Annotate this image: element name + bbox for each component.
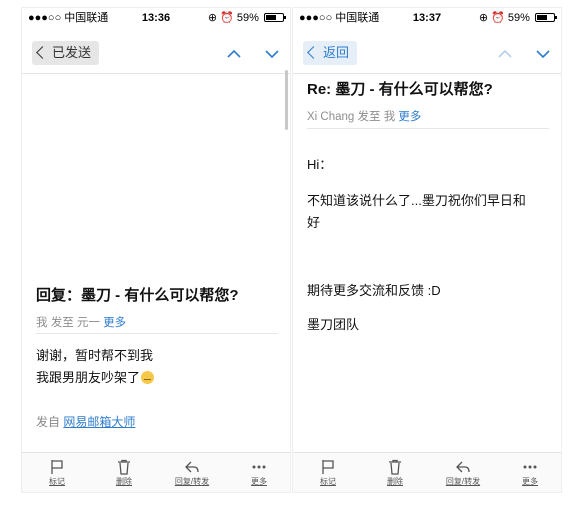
body-line: 谢谢，暂时帮不到我 xyxy=(36,348,154,363)
mail-subject: 回复：墨刀 - 有什么可以帮您? xyxy=(36,287,239,304)
delete-label: 删除 xyxy=(387,477,403,486)
flag-button[interactable]: 标记 xyxy=(37,459,77,487)
flag-label: 标记 xyxy=(49,477,65,486)
more-button[interactable]: 更多 xyxy=(239,459,279,487)
more-label: 更多 xyxy=(522,477,538,486)
alarm-icon: ⏰ xyxy=(220,12,234,24)
battery-icon xyxy=(264,13,286,22)
body-line: 好 xyxy=(307,215,321,230)
scrollbar[interactable] xyxy=(285,70,288,130)
bottom-toolbar: 标记 删除 回复/转发 更多 xyxy=(293,452,561,492)
flag-button[interactable]: 标记 xyxy=(308,459,348,487)
mail-subject: Re: 墨刀 - 有什么可以帮您? xyxy=(307,81,493,98)
sent-from-prefix: 发自 xyxy=(36,415,61,429)
lock-rotation-icon: ⊕ xyxy=(207,12,218,24)
meta-sent-to: 发至 xyxy=(50,317,74,329)
nav-bar: 已发送 xyxy=(22,30,290,74)
mail-meta: 我 发至 元一 更多 xyxy=(36,314,126,330)
delete-label: 删除 xyxy=(116,477,132,486)
more-label: 更多 xyxy=(251,477,267,486)
battery-status: ⊕ ⏰ 59% xyxy=(478,8,557,28)
body-line-text: 我跟男朋友吵架了 xyxy=(36,370,141,385)
status-bar: ●●●○○ 中国联通 13:37 ⊕ ⏰ 59% xyxy=(293,8,561,28)
previous-mail-icon[interactable] xyxy=(497,46,513,62)
meta-to: 我 xyxy=(383,111,396,123)
meta-to: 元一 xyxy=(76,317,100,329)
body-line: 期待更多交流和反馈 :D xyxy=(307,283,441,298)
more-icon xyxy=(523,465,537,469)
phone-screen-left: ●●●○○ 中国联通 13:36 ⊕ ⏰ 59% 已发送 回复：墨刀 - 有什么… xyxy=(22,8,290,492)
battery-icon xyxy=(535,13,557,22)
bottom-toolbar: 标记 删除 回复/转发 更多 xyxy=(22,452,290,492)
flag-icon xyxy=(51,460,63,474)
back-button[interactable]: 已发送 xyxy=(32,41,100,65)
sent-from: 发自 网易邮箱大师 xyxy=(36,413,135,430)
mail-app-link[interactable]: 网易邮箱大师 xyxy=(63,415,135,429)
lock-rotation-icon: ⊕ xyxy=(478,12,489,24)
nav-bar: 返回 xyxy=(293,30,561,74)
delete-button[interactable]: 删除 xyxy=(104,459,144,487)
back-button[interactable]: 返回 xyxy=(303,41,358,65)
reply-label: 回复/转发 xyxy=(445,477,481,486)
battery-percent: 59% xyxy=(236,12,259,24)
divider xyxy=(36,333,278,334)
meta-more-link[interactable]: 更多 xyxy=(103,317,126,329)
body-line: Hi： xyxy=(307,157,333,172)
battery-status: ⊕ ⏰ 59% xyxy=(207,8,286,28)
meta-more-link[interactable]: 更多 xyxy=(398,111,421,123)
body-line: 不知道该说什么了...墨刀祝你们早日和 xyxy=(307,193,526,208)
divider xyxy=(307,128,549,129)
next-mail-icon[interactable] xyxy=(535,46,551,62)
reply-button[interactable]: 回复/转发 xyxy=(443,459,483,487)
trash-icon xyxy=(118,459,130,475)
reply-icon xyxy=(185,461,199,473)
delete-button[interactable]: 删除 xyxy=(375,459,415,487)
mail-meta: Xi Chang 发至 我 更多 xyxy=(307,108,421,124)
alarm-icon: ⏰ xyxy=(491,12,505,24)
next-mail-icon[interactable] xyxy=(264,46,280,62)
body-line: 我跟男朋友吵架了 xyxy=(36,367,278,389)
more-button[interactable]: 更多 xyxy=(510,459,550,487)
battery-percent: 59% xyxy=(507,12,530,24)
meta-sent-to: 发至 xyxy=(357,111,381,123)
phone-screen-right: ●●●○○ 中国联通 13:37 ⊕ ⏰ 59% 返回 Re: 墨刀 - 有什么… xyxy=(293,8,561,492)
status-bar: ●●●○○ 中国联通 13:36 ⊕ ⏰ 59% xyxy=(22,8,290,28)
meta-from: Xi Chang xyxy=(307,111,355,123)
trash-icon xyxy=(389,459,401,475)
emoji-icon xyxy=(141,371,155,384)
reply-icon xyxy=(456,461,470,473)
more-icon xyxy=(252,465,266,469)
reply-button[interactable]: 回复/转发 xyxy=(172,459,212,487)
reply-label: 回复/转发 xyxy=(174,477,210,486)
flag-label: 标记 xyxy=(320,477,336,486)
flag-icon xyxy=(322,460,334,474)
meta-from: 我 xyxy=(36,317,48,329)
previous-mail-icon[interactable] xyxy=(226,46,242,62)
body-line: 墨刀团队 xyxy=(307,317,360,332)
